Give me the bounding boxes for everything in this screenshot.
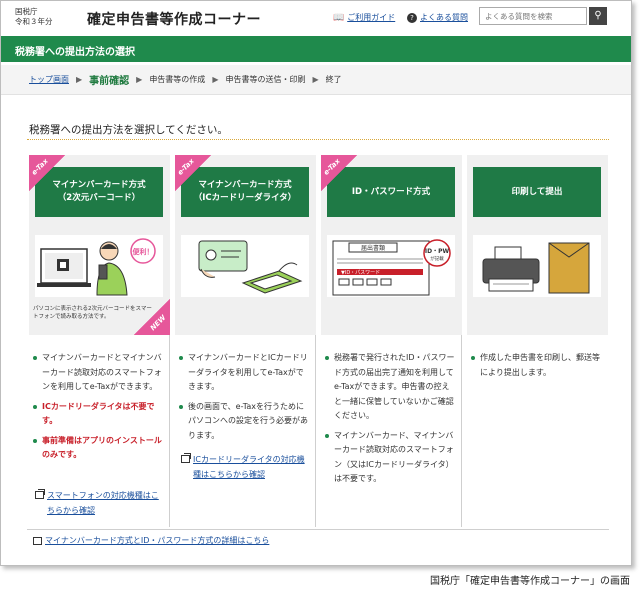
card-mynumber-reader-button[interactable]: マイナンバーカード方式 （ICカードリーダライタ） e-Tax: [175, 155, 316, 335]
step-send-print: 申告書等の送信・印刷: [225, 75, 306, 84]
faq-link[interactable]: ? よくある質問: [407, 12, 468, 23]
method-details-link-label: マイナンバーカード方式とID・パスワード方式の詳細はこちら: [45, 536, 270, 545]
method-details-link[interactable]: マイナンバーカード方式とID・パスワード方式の詳細はこちら: [31, 535, 269, 546]
step-arrow-icon: ▶: [136, 75, 143, 84]
smartphone-illustration: 便利！: [35, 235, 163, 297]
card-reader-icon: [198, 240, 303, 294]
card-reader-illustration: [181, 235, 309, 297]
step-arrow-icon: ▶: [212, 75, 219, 84]
header: 国税庁 令和３年分 確定申告書等作成コーナー 📖 ご利用ガイド ? よくある質問…: [1, 1, 631, 35]
org-name: 国税庁: [15, 7, 38, 16]
printer-icon: [482, 242, 590, 294]
step-breadcrumb: トップ画面 ▶ 事前確認 ▶ 申告書等の作成 ▶ 申告書等の送信・印刷 ▶ 終了: [1, 65, 631, 95]
search-button[interactable]: ⚲: [589, 7, 607, 25]
card-mynumber-barcode: マイナンバーカード方式 （2次元バーコード） e-Tax 便利！ パソコンに表示…: [29, 155, 170, 527]
step-current: 事前確認: [89, 76, 130, 87]
card-title-line2: （ICカードリーダライタ）: [193, 193, 297, 203]
card-bullets: マイナンバーカードとICカードリーダライタを利用してe-Taxができます。 後の…: [175, 351, 311, 448]
card-id-password-button[interactable]: ID・パスワード方式 e-Tax 届出書類 ▼ID・パスワード ID・PW が記…: [321, 155, 462, 335]
divider: [27, 139, 609, 140]
step-top[interactable]: トップ画面: [29, 74, 69, 85]
new-badge: NEW: [134, 299, 170, 335]
app-window: 国税庁 令和３年分 確定申告書等作成コーナー 📖 ご利用ガイド ? よくある質問…: [0, 0, 632, 566]
guide-link[interactable]: 📖 ご利用ガイド: [333, 12, 395, 23]
method-cards: マイナンバーカード方式 （2次元バーコード） e-Tax 便利！ パソコンに表示…: [29, 155, 609, 527]
card-bullets: マイナンバーカードとマイナンバーカード読取対応のスマートフォンを利用してe-Ta…: [29, 351, 165, 468]
bullet-item: 税務署で発行されたID・パスワード方式の届出完了通知を利用してe-Taxができま…: [321, 351, 457, 424]
card-mynumber-barcode-button[interactable]: マイナンバーカード方式 （2次元バーコード） e-Tax 便利！ パソコンに表示…: [29, 155, 170, 335]
document-icon: 届出書類 ▼ID・パスワード ID・PW が記載: [332, 239, 451, 296]
external-window-icon: [181, 453, 191, 463]
card-title: 印刷して提出: [473, 167, 601, 217]
etax-badge-label: e-Tax: [30, 157, 50, 177]
search-icon: ⚲: [594, 10, 602, 21]
bullet-item: 事前準備はアプリのインストールのみです。: [29, 434, 165, 463]
etax-badge: e-Tax: [175, 155, 211, 191]
card-bullets: 作成した申告書を印刷し、郵送等により提出します。: [467, 351, 603, 385]
etax-badge-label: e-Tax: [322, 157, 342, 177]
smartphone-models-link-label: スマートフォンの対応機種はこちらから確認: [47, 491, 159, 515]
guide-link-label: ご利用ガイド: [347, 13, 396, 22]
bullet-item: マイナンバーカードとマイナンバーカード読取対応のスマートフォンを利用してe-Ta…: [29, 351, 165, 395]
bullet-item: マイナンバーカード、マイナンバーカード読取対応のスマートフォン（又はICカードリ…: [321, 429, 457, 487]
id-pw-label: ID・PW: [425, 248, 450, 255]
faq-search-input[interactable]: [479, 7, 587, 25]
id-pw-sub-label: が記載: [430, 255, 444, 262]
card-reader-models-link[interactable]: ICカードリーダライタの対応機種はこちらから確認: [179, 453, 309, 482]
step-create: 申告書等の作成: [149, 75, 206, 84]
divider: [27, 529, 609, 530]
bullet-item: 作成した申告書を印刷し、郵送等により提出します。: [467, 351, 603, 380]
external-window-icon: [33, 537, 42, 545]
card-mynumber-reader: マイナンバーカード方式 （ICカードリーダライタ） e-Tax マイナンバーカー…: [175, 155, 316, 527]
external-window-icon: [35, 489, 45, 499]
bullet-item: ICカードリーダライタは不要です。: [29, 400, 165, 429]
card-title-line2: （2次元バーコード）: [57, 193, 141, 203]
tax-year: 令和３年分: [15, 17, 53, 26]
etax-badge-label: e-Tax: [176, 157, 196, 177]
org-label: 国税庁 令和３年分: [15, 7, 53, 27]
printer-illustration: [473, 235, 601, 297]
illustration-label: 便利！: [133, 247, 154, 256]
smartphone-icon: 便利！: [37, 238, 156, 296]
new-badge-label: NEW: [148, 313, 168, 333]
section-title: 税務署への提出方法の選択: [1, 36, 631, 62]
card-reader-models-link-label: ICカードリーダライタの対応機種はこちらから確認: [193, 455, 305, 479]
book-icon: 📖: [333, 12, 345, 23]
image-caption: 国税庁「確定申告書等作成コーナー」の画面: [430, 576, 630, 587]
card-id-password: ID・パスワード方式 e-Tax 届出書類 ▼ID・パスワード ID・PW が記…: [321, 155, 462, 527]
bullet-item: マイナンバーカードとICカードリーダライタを利用してe-Taxができます。: [175, 351, 311, 395]
card-bullets: 税務署で発行されたID・パスワード方式の届出完了通知を利用してe-Taxができま…: [321, 351, 457, 492]
step-finish: 終了: [325, 75, 342, 84]
card-print: 印刷して提出 作成した申告書を印刷し、郵送等により提出します。: [467, 155, 608, 527]
document-illustration: 届出書類 ▼ID・パスワード ID・PW が記載: [327, 235, 455, 297]
question-icon: ?: [407, 12, 417, 23]
bullet-item: 後の画面で、e-Taxを行うためにパソコンへの設定を行う必要があります。: [175, 400, 311, 444]
smartphone-models-link[interactable]: スマートフォンの対応機種はこちらから確認: [33, 489, 163, 518]
card-title-line1: 印刷して提出: [511, 186, 563, 197]
faq-link-label: よくある質問: [420, 13, 468, 22]
app-title: 確定申告書等作成コーナー: [87, 12, 261, 28]
document-banner: ▼ID・パスワード: [341, 270, 380, 276]
step-arrow-icon: ▶: [76, 75, 83, 84]
instruction-text: 税務署への提出方法を選択してください。: [29, 124, 228, 136]
document-title: 届出書類: [361, 244, 385, 252]
card-print-button[interactable]: 印刷して提出: [467, 155, 608, 335]
etax-badge: e-Tax: [321, 155, 357, 191]
etax-badge: e-Tax: [29, 155, 65, 191]
step-arrow-icon: ▶: [312, 75, 319, 84]
